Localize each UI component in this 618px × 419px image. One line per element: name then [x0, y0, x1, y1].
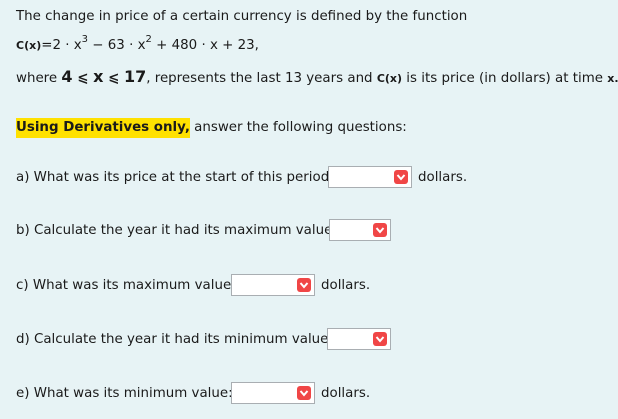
answer-c-field[interactable] — [231, 274, 315, 296]
range-low: 4 — [61, 67, 73, 86]
function-equation: C(x)=2 · x3 − 63 · x2 + 480 · x + 23, — [16, 34, 259, 53]
time-variable: x. — [607, 72, 618, 85]
answer-b-field[interactable] — [329, 219, 391, 241]
where-middle-text: , represents the last 13 years and — [146, 71, 377, 86]
equation-term-3: + 480 · x + 23, — [151, 38, 259, 53]
range-ineq-1: ⩽ — [72, 71, 94, 86]
answer-e-field[interactable] — [231, 382, 315, 404]
instruction: Using Derivatives only, answer the follo… — [16, 118, 407, 138]
equation-term-2: − 63 · x — [88, 38, 146, 53]
domain-statement: where 4 ⩽ x ⩽ 17, represents the last 13… — [16, 67, 618, 86]
problem-text: The change in price of a certain currenc… — [16, 9, 468, 24]
chevron-down-icon[interactable] — [394, 170, 408, 184]
question-e-label: e) What was its minimum value: — [16, 386, 233, 401]
chevron-down-icon[interactable] — [373, 332, 387, 346]
range-ineq-2: ⩽ — [103, 71, 124, 86]
where-word: where — [16, 71, 62, 86]
instruction-highlight: Using Derivatives only, — [16, 118, 190, 138]
question-c-label: c) What was its maximum value: — [16, 278, 236, 293]
question-a-label: a) What was its price at the start of th… — [16, 170, 334, 185]
instruction-rest: answer the following questions: — [189, 120, 407, 135]
chevron-down-icon[interactable] — [297, 386, 311, 400]
equation-term-1: =2 · x — [41, 38, 82, 53]
question-d-label: d) Calculate the year it had its minimum… — [16, 332, 333, 347]
price-function-name: C(x) — [376, 72, 403, 85]
question-a-unit: dollars. — [418, 170, 468, 185]
answer-a-field[interactable] — [328, 166, 412, 188]
where-end-text: is its price (in dollars) at time — [402, 71, 608, 86]
exponent-2: 2 — [145, 33, 152, 45]
question-c-unit: dollars. — [321, 278, 371, 293]
function-name: C(x) — [16, 39, 42, 52]
question-b-label: b) Calculate the year it had its maximum… — [16, 223, 337, 238]
chevron-down-icon[interactable] — [297, 278, 311, 292]
problem-statement-line1: The change in price of a certain currenc… — [16, 9, 467, 24]
exponent-3: 3 — [81, 33, 89, 45]
answer-d-field[interactable] — [327, 328, 391, 350]
question-e-unit: dollars. — [321, 386, 371, 401]
range-variable: x — [93, 67, 104, 86]
range-high: 17 — [123, 67, 147, 86]
chevron-down-icon[interactable] — [373, 223, 387, 237]
